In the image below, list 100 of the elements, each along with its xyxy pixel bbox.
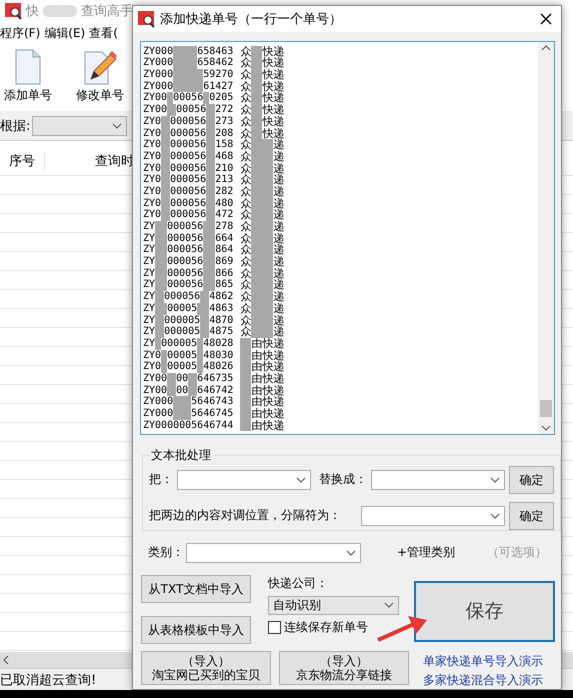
redaction-mark xyxy=(155,221,168,233)
courier-name: 众 xyxy=(240,314,252,326)
courier-name: 众 xyxy=(240,256,252,268)
tracking-number: ZY xyxy=(143,244,156,256)
tracking-number: 000056 xyxy=(167,232,204,244)
tracking-number: 000056 xyxy=(170,174,206,186)
demo-link[interactable]: 多家快递混合导入演示 xyxy=(423,672,543,689)
tracking-number: 000056 xyxy=(170,139,206,151)
tracking-number: 000056 xyxy=(170,186,206,198)
dialog-title: 添加快递单号（一行一个单号） xyxy=(160,10,343,28)
toolbar-button[interactable]: 添加单号 xyxy=(2,45,54,111)
tracking-number: 646742 xyxy=(197,384,234,396)
continuous-save-checkbox[interactable]: 连续保存新单号 xyxy=(268,618,399,636)
import-button[interactable]: （导入） 淘宝网已买到的宝贝 xyxy=(141,650,271,685)
courier-name: 众 xyxy=(240,92,252,104)
import-button[interactable]: 从TXT文档中导入 xyxy=(141,574,251,603)
tracking-number: 658463 xyxy=(197,46,234,58)
courier-name: 递 xyxy=(273,291,284,303)
optional-hint: （可选项） xyxy=(487,544,548,562)
manage-categories-link[interactable]: +管理类别 xyxy=(397,544,456,562)
tracking-number-list[interactable] xyxy=(140,40,555,435)
tracking-number: 472 xyxy=(215,209,234,222)
scroll-left-icon[interactable] xyxy=(2,655,10,665)
tracking-number: ZY xyxy=(143,326,156,338)
import-button[interactable]: （导入） 京东物流分享链接 xyxy=(279,650,409,685)
tracking-number: 000005 xyxy=(161,338,198,350)
courier-name: 众 xyxy=(240,150,252,163)
courier-name: 由快递 xyxy=(251,372,284,385)
tracking-number: 00 xyxy=(176,372,188,385)
tracking-number: ZY0 xyxy=(143,361,162,373)
tracking-number: 000056 xyxy=(170,162,206,174)
courier-name: 众 xyxy=(240,139,252,151)
tracking-number: ZY xyxy=(143,279,156,292)
close-icon xyxy=(540,12,552,25)
courier-name: 众 xyxy=(240,57,252,70)
courier-name: 快递 xyxy=(262,57,284,70)
tracking-number: 210 xyxy=(215,162,234,174)
courier-name: 由快递 xyxy=(251,420,284,432)
tracking-number: ZY0 xyxy=(143,174,162,186)
pencil-document-icon xyxy=(83,49,117,85)
demo-link[interactable]: 单家快递单号导入演示 xyxy=(423,652,543,670)
courier-name: 递 xyxy=(273,209,284,222)
confirm-button[interactable]: 确定 xyxy=(509,466,554,494)
tracking-number: 000005 xyxy=(164,314,200,326)
toolbar-button[interactable]: 修改单号 xyxy=(74,45,126,111)
tracking-number: 48026 xyxy=(203,361,234,373)
tracking-number: ZY0 xyxy=(143,198,162,210)
tracking-number: 4870 xyxy=(209,314,234,326)
courier-name: 众 xyxy=(240,291,252,303)
tracking-number: 5646743 xyxy=(191,396,234,408)
courier-name: 众 xyxy=(240,209,252,222)
courier-name: 众 xyxy=(240,46,252,58)
scroll-up-icon[interactable] xyxy=(541,44,551,51)
tracking-number: ZY000 xyxy=(143,46,174,58)
tracking-number: ZY0 xyxy=(143,350,162,362)
courier-name: 众 xyxy=(240,244,252,256)
tracking-number: ZY000 xyxy=(143,57,174,70)
confirm-button[interactable]: 确定 xyxy=(509,502,554,530)
tracking-number: 48030 xyxy=(203,350,234,362)
tracking-number: 468 xyxy=(215,150,234,163)
courier-name: 快递 xyxy=(262,69,284,81)
menu-item[interactable]: 程序(F) xyxy=(0,25,40,42)
tracking-number: ZY000 xyxy=(143,80,174,92)
tracking-number: ZY00 xyxy=(143,372,168,385)
menu-item[interactable]: 编辑(E) xyxy=(44,25,86,42)
tracking-number: ZY00 xyxy=(143,92,168,104)
column-header: 序号 xyxy=(0,152,45,170)
scrollbar-thumb[interactable] xyxy=(540,400,552,417)
menu-item[interactable]: 查看( xyxy=(89,25,118,42)
tracking-number: ZY xyxy=(143,338,156,350)
tracking-number: ZY0 xyxy=(143,150,162,163)
redaction-mark xyxy=(251,46,262,58)
tracking-number: 0205 xyxy=(209,92,234,104)
courier-name: 由快递 xyxy=(251,350,284,362)
tracking-number: 866 xyxy=(215,268,234,280)
tracking-number: ZY xyxy=(143,221,156,233)
tracking-number: 00056 xyxy=(173,92,204,104)
courier-name: 递 xyxy=(273,232,284,244)
import-button[interactable]: 从表格模板中导入 xyxy=(141,616,251,644)
tracking-number: 646735 xyxy=(197,372,234,385)
checkbox[interactable] xyxy=(268,620,281,634)
tracking-number: ZY00 xyxy=(143,104,168,116)
tracking-number: ZY000 xyxy=(143,396,174,408)
save-button[interactable]: 保存 xyxy=(414,580,555,642)
courier-name: 众 xyxy=(240,326,252,338)
tracking-number: 000056 xyxy=(167,268,204,280)
courier-name: 众 xyxy=(240,162,252,174)
tracking-number: 869 xyxy=(215,256,234,268)
tracking-number: 664 xyxy=(215,232,234,244)
window-title: 查询高手 xyxy=(81,3,133,20)
courier-dropdown[interactable]: 自动识别 xyxy=(268,596,399,615)
courier-name: 众 xyxy=(240,221,252,233)
tracking-number: 000056 xyxy=(170,209,206,222)
tracking-number: ZY xyxy=(143,268,156,280)
chevron-icon xyxy=(112,122,122,128)
courier-name: 递 xyxy=(273,139,284,151)
courier-name: 递 xyxy=(273,314,284,326)
scroll-down-icon[interactable] xyxy=(541,424,551,431)
tracking-number: ZY0 xyxy=(143,162,162,174)
tracking-number: 000056 xyxy=(170,116,206,128)
